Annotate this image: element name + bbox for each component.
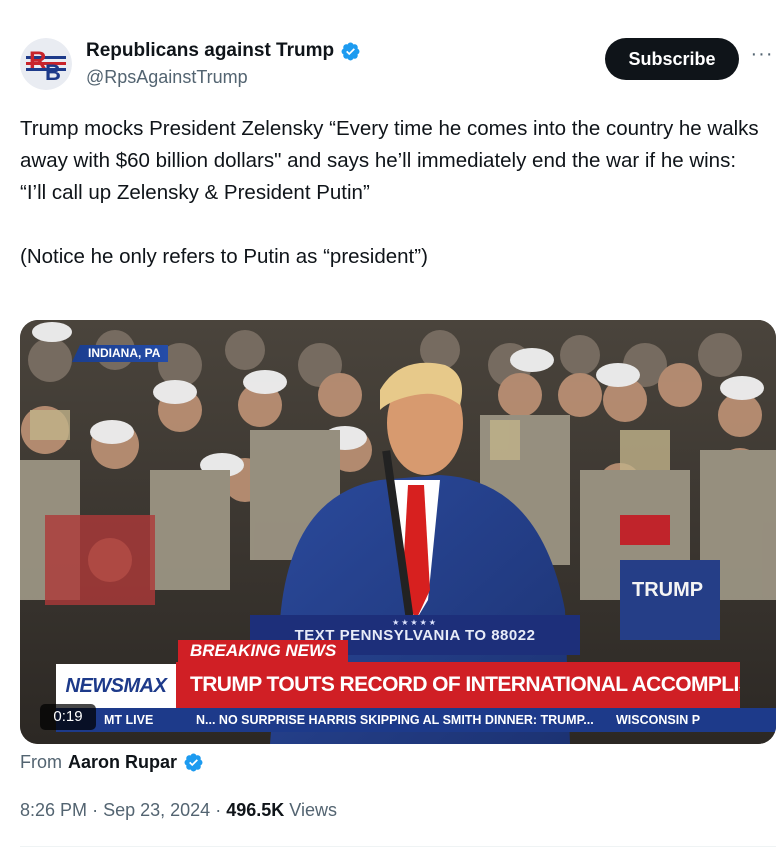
author-name-row: Republicans against Trump [86, 40, 361, 62]
video-player[interactable]: TRUMP INDIANA, PA ★★★★★ TEXT PENNSYLVANI… [20, 320, 776, 744]
news-headline: TRUMP TOUTS RECORD OF INTERNATIONAL ACCO… [176, 662, 740, 708]
meta-separator: · [215, 800, 222, 820]
tweet-line: (Notice he only refers to Putin as “pres… [20, 245, 428, 268]
views-count: 496.5K [226, 800, 285, 820]
source-attribution: From Aaron Rupar [20, 752, 204, 773]
source-author-link[interactable]: Aaron Rupar [68, 752, 177, 773]
author-display-name[interactable]: Republicans against Trump [86, 40, 334, 62]
subscribe-button[interactable]: Subscribe [605, 38, 739, 80]
tweet-line: “I’ll call up Zelensky & President Putin… [20, 181, 370, 204]
avatar-logo: R B [20, 38, 72, 90]
tweet-date[interactable]: Sep 23, 2024 [103, 800, 210, 820]
tweet-text: Trump mocks President Zelensky “Every ti… [20, 113, 770, 273]
svg-text:TRUMP: TRUMP [632, 579, 703, 601]
location-tag: INDIANA, PA [72, 345, 169, 362]
more-options-icon[interactable]: ··· [748, 44, 776, 72]
from-label: From [20, 752, 62, 772]
network-logo: NEWSMAX [56, 664, 176, 708]
ticker-text-2: WISCONSIN P [616, 713, 701, 727]
views-label: Views [289, 800, 337, 820]
breaking-news-label: BREAKING NEWS [178, 640, 348, 662]
news-ticker: MT LIVE N... NO SURPRISE HARRIS SKIPPING … [56, 708, 776, 732]
svg-text:B: B [45, 60, 61, 85]
verified-badge-icon [184, 753, 203, 772]
video-timer: 0:19 [40, 704, 96, 730]
meta-separator: · [92, 800, 99, 820]
author-avatar[interactable]: R B [20, 38, 72, 90]
tweet-time[interactable]: 8:26 PM [20, 800, 87, 820]
ticker-text: N... NO SURPRISE HARRIS SKIPPING AL SMIT… [196, 713, 594, 727]
tweet-meta: 8:26 PM · Sep 23, 2024 · 496.5K Views [20, 800, 337, 821]
tweet-card: R B Republicans against Trump @RpsAgains… [0, 0, 780, 850]
author-handle[interactable]: @RpsAgainstTrump [86, 67, 248, 88]
divider [20, 846, 776, 847]
svg-text:R: R [29, 47, 46, 74]
verified-badge-icon [341, 42, 360, 60]
tweet-line: Trump mocks President Zelensky “Every ti… [20, 117, 759, 172]
